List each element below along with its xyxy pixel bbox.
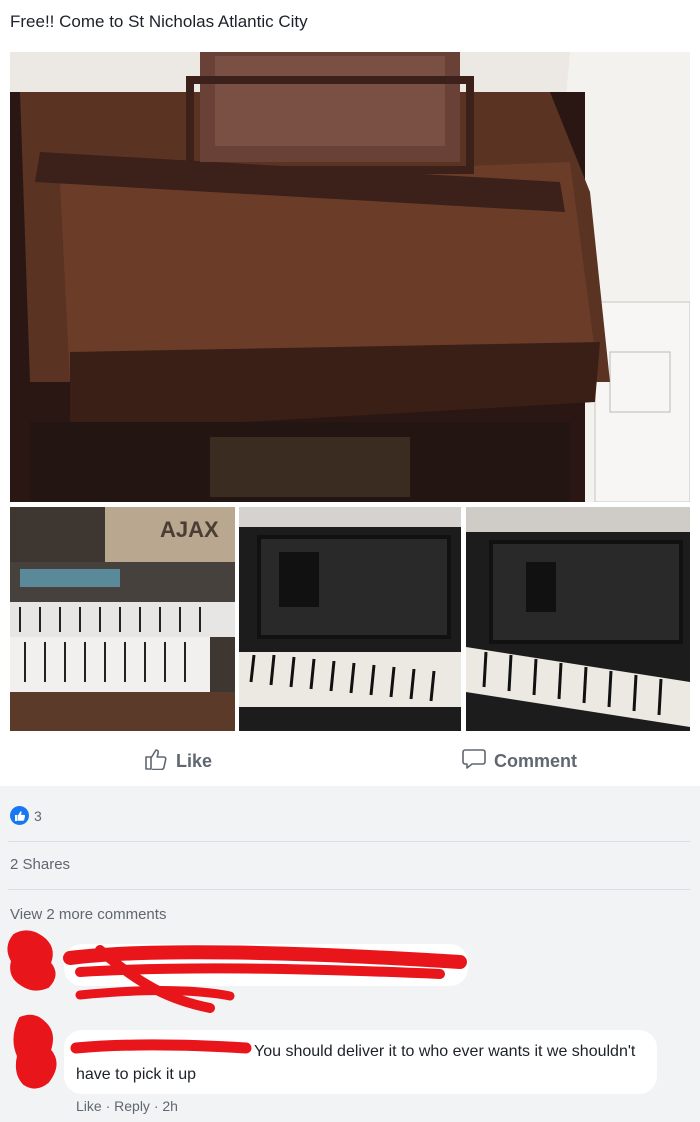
redaction-overlay — [7, 930, 467, 1089]
